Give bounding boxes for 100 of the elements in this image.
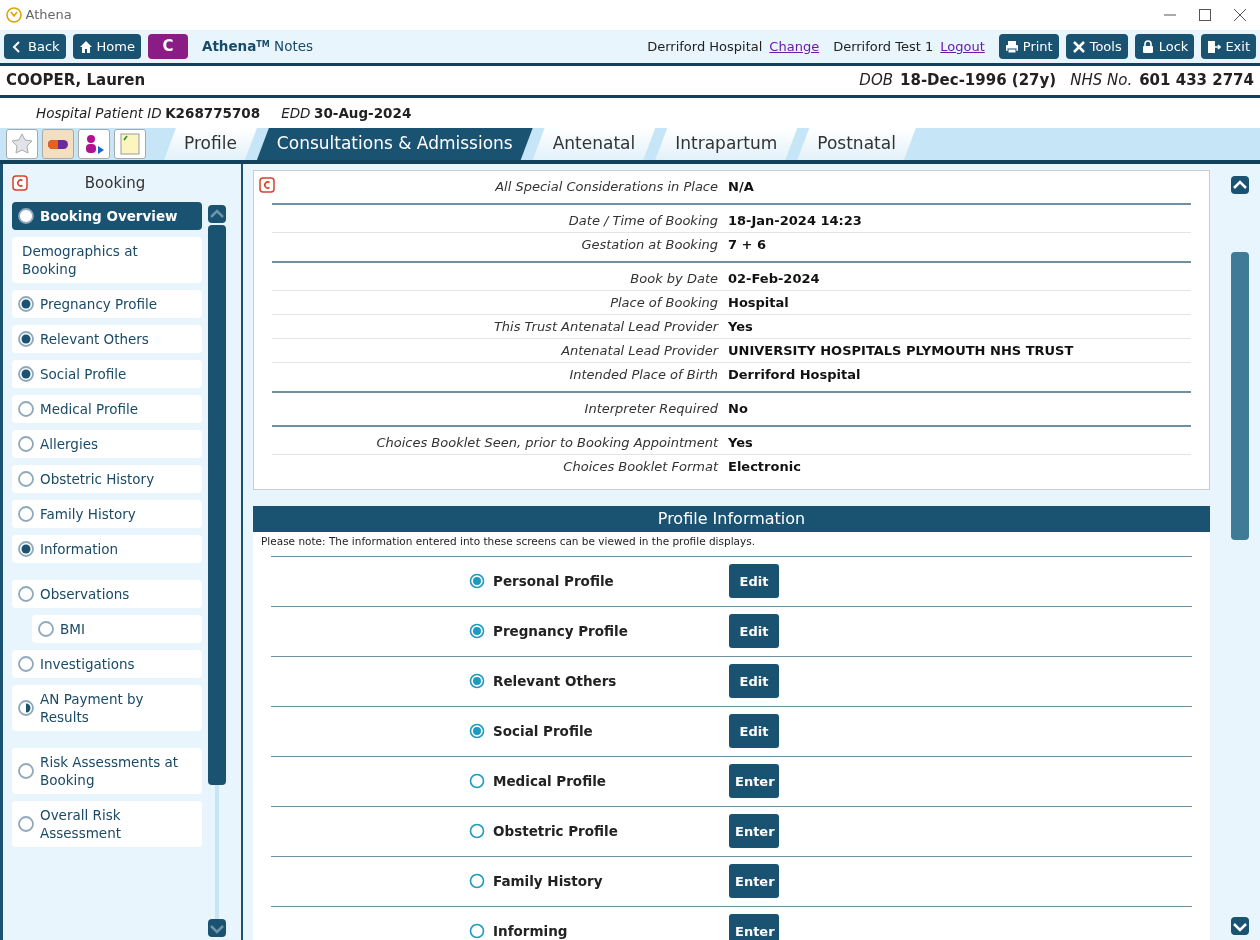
- field-value: 7 + 6: [728, 236, 767, 255]
- field-label: Choices Booklet Format: [562, 458, 720, 477]
- empty-radio-icon: [18, 655, 34, 672]
- action-button[interactable]: Edit: [729, 564, 779, 599]
- action-button[interactable]: Enter: [729, 764, 779, 799]
- profile-label: Family History: [493, 872, 604, 892]
- logout-link[interactable]: Logout: [940, 36, 985, 57]
- sidebar-item[interactable]: Obstetric History: [12, 464, 202, 493]
- maximize-icon[interactable]: [1198, 8, 1212, 22]
- toolbar-button[interactable]: Exit: [1201, 34, 1256, 59]
- c-button[interactable]: C: [147, 34, 188, 59]
- action-button[interactable]: Enter: [729, 914, 779, 940]
- filled-radio-icon: [18, 330, 34, 347]
- profile-label: Informing: [493, 922, 569, 940]
- field-value: Electronic: [728, 458, 801, 477]
- empty-radio-icon: [18, 505, 34, 522]
- filled-radio-icon: [18, 365, 34, 382]
- sidebar-item[interactable]: BMI: [32, 614, 202, 643]
- home-icon: [78, 39, 93, 54]
- sidebar-title: Booking: [83, 173, 147, 194]
- filled-radio-icon: [18, 540, 34, 557]
- field-value: No: [728, 400, 748, 419]
- tab[interactable]: Profile: [164, 128, 257, 160]
- field-value: UNIVERSITY HOSPITALS PLYMOUTH NHS TRUST: [728, 341, 1074, 360]
- empty-radio-icon: [18, 470, 34, 487]
- nhs-value: 601 433 2774: [1139, 70, 1254, 92]
- patient-id-value: K268775708: [165, 103, 261, 123]
- user-name: Derriford Test 1: [833, 37, 934, 56]
- scroll-down-button[interactable]: [208, 919, 226, 937]
- c-badge-icon: [12, 175, 28, 192]
- scroll-up-button[interactable]: [1231, 176, 1249, 194]
- sidebar-item[interactable]: Booking Overview: [12, 201, 202, 230]
- profile-label: Social Profile: [493, 722, 594, 742]
- tab[interactable]: Intrapartum: [655, 128, 798, 160]
- empty-radio-icon: [38, 620, 54, 637]
- quick-access-button[interactable]: [42, 129, 74, 159]
- field-label: Place of Booking: [609, 293, 719, 312]
- field-value: Derriford Hospital: [728, 366, 861, 385]
- empty-radio-icon: [18, 400, 34, 417]
- field-value: N/A: [728, 178, 754, 197]
- sidebar-item[interactable]: Investigations: [12, 649, 202, 678]
- profile-label: Personal Profile: [493, 572, 615, 592]
- field-value: Yes: [728, 433, 753, 452]
- toolbar-button[interactable]: Back: [4, 34, 66, 59]
- toolbar-button[interactable]: Tools: [1065, 34, 1128, 59]
- field-label: Gestation at Booking: [580, 236, 719, 255]
- toolbar-button[interactable]: Lock: [1134, 34, 1195, 59]
- scrollbar-thumb[interactable]: [208, 225, 226, 785]
- sidebar-item[interactable]: Social Profile: [12, 359, 202, 388]
- tab[interactable]: Consultations & Admissions: [256, 128, 533, 160]
- field-value: Yes: [728, 317, 753, 336]
- close-icon[interactable]: [1233, 8, 1247, 22]
- scroll-up-button[interactable]: [208, 205, 226, 223]
- sidebar-item[interactable]: Demographics at Booking: [12, 236, 202, 283]
- sidebar-item[interactable]: Allergies: [12, 429, 202, 458]
- field-value: 18-Jan-2024 14:23: [728, 211, 862, 230]
- exit-door-icon: [1207, 39, 1222, 54]
- nhs-label: NHS No.: [1070, 70, 1133, 92]
- toolbar-button[interactable]: Print: [998, 34, 1059, 59]
- sidebar-item[interactable]: Information: [12, 534, 202, 563]
- sidebar-item[interactable]: Medical Profile: [12, 394, 202, 423]
- field-value: Hospital: [728, 293, 789, 312]
- empty-radio-icon: [18, 207, 34, 224]
- sidebar-item[interactable]: Overall Risk Assessment: [12, 800, 202, 847]
- sidebar-item[interactable]: Risk Assessments at Booking: [12, 747, 202, 794]
- field-label: Book by Date: [629, 269, 719, 288]
- change-link[interactable]: Change: [769, 36, 820, 57]
- dob-value: 18-Dec-1996 (27y): [900, 70, 1057, 92]
- note-text: Please note: The information entered into these screens can be viewed in the profile displays.: [260, 534, 757, 549]
- action-button[interactable]: Edit: [729, 664, 779, 699]
- sidebar-item[interactable]: Observations: [12, 579, 202, 608]
- sidebar-item[interactable]: Family History: [12, 499, 202, 528]
- action-button[interactable]: Edit: [729, 714, 779, 749]
- sidebar-item[interactable]: AN Payment by Results: [12, 684, 202, 731]
- action-button[interactable]: Enter: [729, 814, 779, 849]
- field-label: Date / Time of Booking: [567, 211, 719, 230]
- quick-access-button[interactable]: [78, 129, 110, 159]
- field-label: Interpreter Required: [583, 400, 719, 419]
- sidebar-item[interactable]: Relevant Others: [12, 324, 202, 353]
- profile-label: Relevant Others: [493, 672, 618, 692]
- tab[interactable]: Antenatal: [532, 128, 656, 160]
- scrollbar-thumb[interactable]: [1231, 252, 1249, 540]
- field-value: 02-Feb-2024: [728, 269, 820, 288]
- empty-radio-icon: [18, 762, 34, 779]
- field-label: All Special Considerations in Place: [494, 178, 719, 197]
- scroll-down-button[interactable]: [1231, 917, 1249, 935]
- dob-label: DOB: [859, 70, 893, 92]
- half-filled-radio-icon: [18, 699, 34, 716]
- profile-label: Pregnancy Profile: [493, 622, 629, 642]
- action-button[interactable]: Enter: [729, 864, 779, 899]
- field-label: This Trust Antenatal Lead Provider: [492, 317, 720, 336]
- toolbar-button[interactable]: Home: [72, 34, 141, 59]
- star-icon: [10, 132, 34, 156]
- empty-radio-icon: [18, 815, 34, 832]
- profile-label: Medical Profile: [493, 772, 607, 792]
- tab[interactable]: Postnatal: [797, 128, 916, 160]
- sidebar-item[interactable]: Pregnancy Profile: [12, 289, 202, 318]
- field-label: Intended Place of Birth: [568, 366, 719, 385]
- action-button[interactable]: Edit: [729, 614, 779, 649]
- padlock-icon: [1140, 39, 1155, 54]
